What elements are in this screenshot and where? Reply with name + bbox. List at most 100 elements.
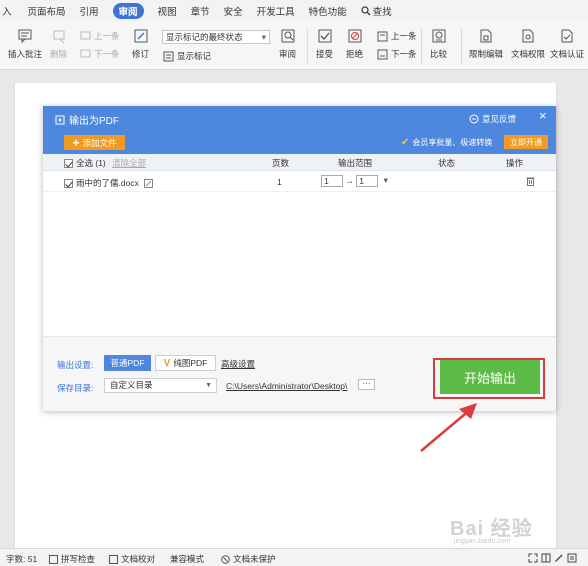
find-label: 查找	[372, 7, 392, 18]
pure-pdf-button[interactable]: V 纯图PDF	[155, 355, 216, 371]
compat-mode-label: 兼容模式	[170, 554, 205, 564]
tab-view[interactable]: 视图	[158, 4, 177, 18]
comment-icon	[18, 29, 32, 44]
page-count: 1	[277, 177, 282, 187]
output-range-control: 1 → 1 ▾	[321, 175, 388, 187]
doc-auth-button[interactable]: 文档认证	[550, 28, 584, 60]
baidu-watermark: Bai 经验	[450, 518, 533, 540]
next-comment-button[interactable]: 下一条	[80, 48, 120, 60]
next-change-icon	[377, 49, 388, 59]
restrict-edit-icon	[480, 29, 492, 43]
show-markup-button[interactable]: 显示标记	[163, 50, 211, 62]
file-name: 雨中的了儒.docx	[76, 178, 139, 188]
compare-icon	[432, 29, 445, 43]
delete-row-button[interactable]	[526, 176, 535, 188]
vip-promo: ✔ 会员享批量、极速转换	[401, 137, 493, 148]
pen-icon[interactable]	[554, 553, 564, 563]
tab-page-layout[interactable]: 页面布局	[28, 4, 66, 18]
protect-icon	[221, 554, 230, 564]
fullscreen-icon[interactable]	[528, 553, 538, 563]
page-view-icon[interactable]	[541, 553, 551, 563]
file-checkbox[interactable]: 雨中的了儒.docx	[64, 177, 154, 189]
prev-comment-icon	[80, 31, 91, 39]
accept-icon	[318, 29, 331, 43]
save-path-link[interactable]: C:\Users\Administrator\Desktop\	[226, 381, 347, 391]
range-from-input[interactable]: 1	[321, 175, 343, 187]
normal-pdf-button[interactable]: 普通PDF	[104, 355, 151, 371]
markup-state-select[interactable]: 显示标记的最终状态 ▾	[162, 30, 270, 44]
chat-bubble-icon	[469, 114, 479, 124]
crown-icon: ✔	[401, 137, 410, 148]
revise-button[interactable]: 修订	[132, 28, 149, 60]
column-output-range: 输出范围	[338, 158, 373, 168]
open-vip-button[interactable]: 立即开通	[504, 135, 548, 149]
doc-auth-icon	[561, 29, 573, 43]
tab-special[interactable]: 特色功能	[309, 4, 347, 18]
tab-insert[interactable]: 入	[2, 4, 12, 18]
prev-comment-button[interactable]: 上一条	[80, 30, 120, 42]
next-change-button[interactable]: 下一条	[377, 48, 417, 60]
plus-icon: +	[72, 135, 80, 150]
doc-proof-button[interactable]: 文档校对	[109, 553, 155, 565]
annotation-highlight-box	[433, 358, 545, 399]
accept-button[interactable]: 接受	[316, 28, 333, 60]
tab-review[interactable]: 审阅	[112, 3, 144, 19]
word-count[interactable]: 字数: 51	[6, 553, 37, 565]
add-file-button[interactable]: + 添加文件	[64, 135, 125, 150]
review-button[interactable]: 审阅	[279, 28, 296, 60]
toolbar-divider	[461, 28, 462, 64]
tab-developer[interactable]: 开发工具	[257, 4, 295, 18]
column-action: 操作	[506, 158, 524, 168]
dialog-title: 输出为PDF	[55, 112, 119, 127]
file-list-empty-area	[43, 192, 556, 336]
show-markup-icon	[163, 51, 174, 61]
spell-check-button[interactable]: 拼写检查	[49, 553, 95, 565]
prev-change-icon	[377, 31, 388, 41]
doc-permission-button[interactable]: 文档权限	[511, 28, 545, 60]
restrict-edit-button[interactable]: 限制编辑	[469, 28, 503, 60]
tab-find[interactable]: 查找	[361, 4, 392, 18]
chevron-down-icon: ▼	[205, 382, 212, 389]
tab-section[interactable]: 章节	[191, 4, 210, 18]
read-mode-icon[interactable]	[567, 553, 577, 563]
feedback-link[interactable]: 意见反馈	[469, 113, 516, 125]
reject-button[interactable]: 拒绝	[346, 28, 363, 60]
review-toolbar: 插入批注 删除 上一条 下一条 修订 显示标记的最终状态 ▾ 显示标记 审阅 接…	[0, 22, 588, 70]
output-settings-label: 输出设置:	[57, 360, 94, 370]
trash-icon	[526, 177, 535, 186]
delete-comment-icon	[53, 30, 64, 44]
status-bar: 字数: 51 拼写检查 文档校对 兼容模式 文档未保护	[0, 548, 588, 566]
toolbar-divider	[421, 28, 422, 64]
chevron-down-icon[interactable]: ▾	[384, 175, 388, 185]
advanced-settings-link[interactable]: 高级设置	[221, 358, 255, 370]
browse-button[interactable]: ···	[358, 379, 375, 390]
compare-button[interactable]: 比较	[430, 28, 447, 60]
table-row[interactable]: 雨中的了儒.docx 1 1 → 1 ▾	[43, 172, 556, 192]
next-comment-icon	[80, 49, 91, 57]
column-status: 状态	[438, 158, 456, 168]
chevron-down-icon: ▾	[261, 32, 266, 42]
select-all-checkbox[interactable]: 全选 (1) 清除全部	[64, 157, 146, 169]
edit-icon[interactable]	[144, 179, 154, 189]
close-icon[interactable]: ×	[539, 108, 547, 123]
annotation-arrow	[420, 403, 477, 452]
baidu-watermark-url: jingyan.baidu.com	[454, 538, 511, 545]
delete-comment-button[interactable]: 删除	[50, 28, 67, 60]
view-mode-icons	[528, 553, 577, 563]
clear-all-link[interactable]: 清除全部	[112, 158, 146, 168]
column-pages: 页数	[272, 158, 290, 168]
search-icon	[361, 6, 371, 16]
tab-security[interactable]: 安全	[224, 4, 243, 18]
checkbox-checked	[64, 179, 73, 189]
spell-check-icon	[49, 554, 58, 564]
vip-badge-icon: V	[163, 357, 171, 369]
insert-comment-button[interactable]: 插入批注	[8, 28, 42, 60]
range-to-input[interactable]: 1	[356, 175, 379, 187]
tab-references[interactable]: 引用	[80, 4, 99, 18]
save-dir-select[interactable]: 自定义目录 ▼	[104, 378, 217, 393]
protect-status-button[interactable]: 文档未保护	[221, 553, 276, 565]
doc-permission-icon	[522, 29, 534, 43]
save-dir-label: 保存目录:	[57, 383, 94, 393]
review-icon	[281, 29, 294, 43]
prev-change-button[interactable]: 上一条	[377, 30, 417, 42]
